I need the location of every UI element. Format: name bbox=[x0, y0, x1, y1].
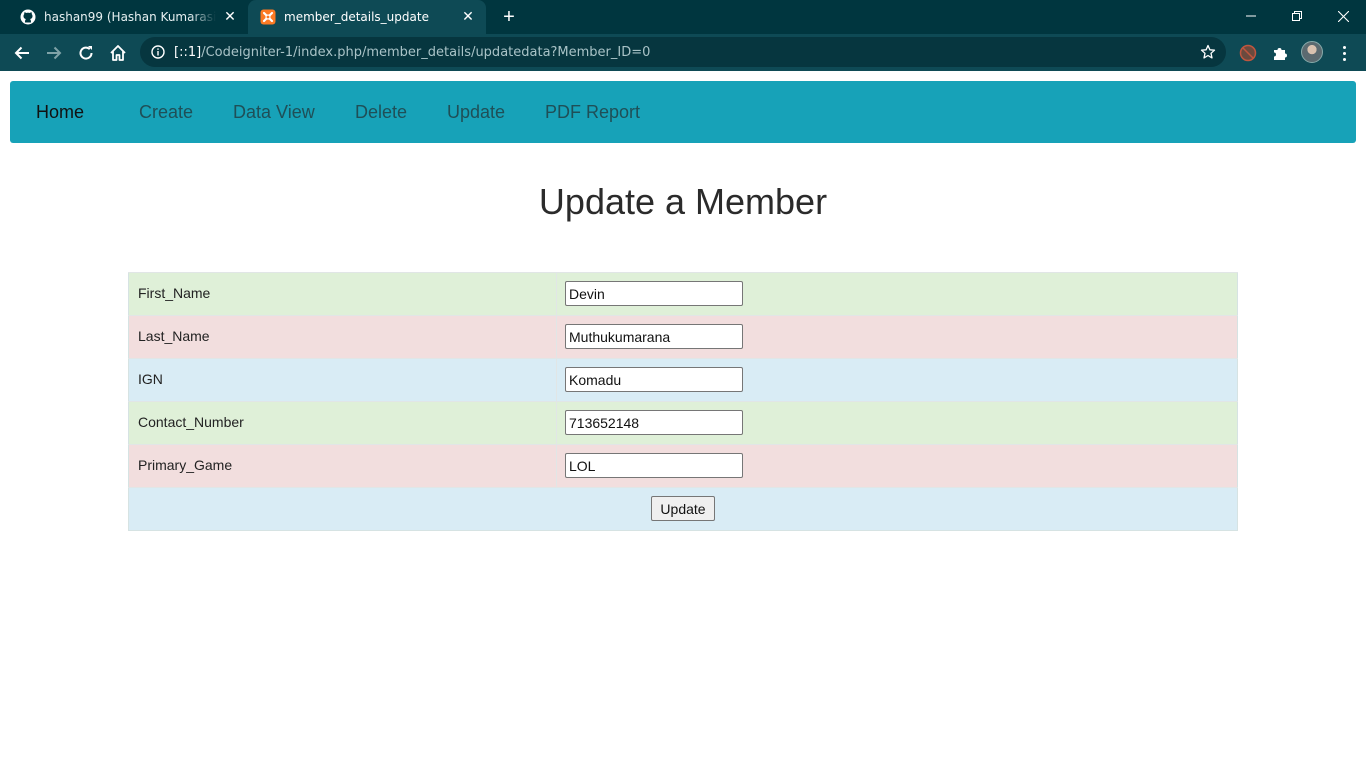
page-title: Update a Member bbox=[538, 181, 828, 222]
form-row-first-name: First_Name bbox=[128, 272, 1238, 316]
field-cell bbox=[556, 315, 1238, 359]
contact-number-input[interactable] bbox=[565, 410, 743, 435]
profile-avatar[interactable] bbox=[1301, 41, 1323, 63]
field-label-ign: IGN bbox=[128, 358, 557, 402]
update-button[interactable]: Update bbox=[651, 496, 715, 521]
minimize-icon[interactable] bbox=[1228, 0, 1274, 32]
xampp-icon bbox=[260, 9, 276, 25]
url-path: /Codeigniter-1/index.php/member_details/… bbox=[201, 44, 651, 60]
new-tab-plus-icon[interactable]: + bbox=[498, 7, 520, 27]
nav-home[interactable]: Home bbox=[36, 81, 84, 143]
first-name-input[interactable] bbox=[565, 281, 743, 306]
extensions-puzzle-icon[interactable] bbox=[1269, 42, 1291, 64]
close-icon[interactable]: ✕ bbox=[222, 9, 238, 25]
browser-tab-member-details-update[interactable]: member_details_update ✕ bbox=[248, 0, 486, 34]
submit-cell: Update bbox=[128, 487, 1238, 531]
url-text: [::1]/Codeigniter-1/index.php/member_det… bbox=[174, 45, 650, 60]
field-cell bbox=[556, 401, 1238, 445]
tab-title: member_details_update bbox=[284, 10, 429, 24]
nav-pdf-report[interactable]: PDF Report bbox=[545, 81, 640, 143]
browser-toolbar: [::1]/Codeigniter-1/index.php/member_det… bbox=[0, 34, 1366, 71]
last-name-input[interactable] bbox=[565, 324, 743, 349]
browser-tab-strip: hashan99 (Hashan Kumarasinghe) ✕ member_… bbox=[0, 0, 1366, 34]
reload-icon[interactable] bbox=[72, 39, 100, 67]
field-label-contact-number: Contact_Number bbox=[128, 401, 557, 445]
tab-title: hashan99 (Hashan Kumarasinghe) bbox=[44, 10, 216, 24]
extension-blocked-icon[interactable] bbox=[1237, 42, 1259, 64]
browser-menu-icon[interactable] bbox=[1336, 42, 1352, 64]
nav-create[interactable]: Create bbox=[139, 81, 193, 143]
form-row-submit: Update bbox=[128, 487, 1238, 531]
restore-icon[interactable] bbox=[1274, 0, 1320, 32]
field-label-first-name: First_Name bbox=[128, 272, 557, 316]
field-cell bbox=[556, 358, 1238, 402]
url-host: [::1] bbox=[174, 44, 202, 60]
forward-arrow-icon[interactable] bbox=[40, 39, 68, 67]
member-update-form: First_Name Last_Name IGN Contact_Number … bbox=[128, 272, 1238, 531]
address-bar[interactable]: [::1]/Codeigniter-1/index.php/member_det… bbox=[140, 37, 1226, 67]
nav-delete[interactable]: Delete bbox=[355, 81, 407, 143]
site-info-icon[interactable] bbox=[150, 44, 166, 60]
page-content: Home Create Data View Delete Update PDF … bbox=[0, 71, 1366, 768]
github-icon bbox=[20, 9, 36, 25]
ign-input[interactable] bbox=[565, 367, 743, 392]
nav-data-view[interactable]: Data View bbox=[233, 81, 315, 143]
primary-game-input[interactable] bbox=[565, 453, 743, 478]
window-close-icon[interactable] bbox=[1320, 0, 1366, 32]
close-icon[interactable]: ✕ bbox=[460, 9, 476, 25]
field-label-primary-game: Primary_Game bbox=[128, 444, 557, 488]
home-icon[interactable] bbox=[104, 39, 132, 67]
browser-tab-github[interactable]: hashan99 (Hashan Kumarasinghe) ✕ bbox=[8, 0, 248, 34]
back-arrow-icon[interactable] bbox=[8, 39, 36, 67]
field-cell bbox=[556, 272, 1238, 316]
top-navbar: Home Create Data View Delete Update PDF … bbox=[10, 81, 1356, 143]
form-row-ign: IGN bbox=[128, 358, 1238, 402]
bookmark-star-icon[interactable] bbox=[1200, 44, 1216, 60]
form-row-primary-game: Primary_Game bbox=[128, 444, 1238, 488]
form-row-contact-number: Contact_Number bbox=[128, 401, 1238, 445]
form-row-last-name: Last_Name bbox=[128, 315, 1238, 359]
field-cell bbox=[556, 444, 1238, 488]
nav-update[interactable]: Update bbox=[447, 81, 505, 143]
field-label-last-name: Last_Name bbox=[128, 315, 557, 359]
